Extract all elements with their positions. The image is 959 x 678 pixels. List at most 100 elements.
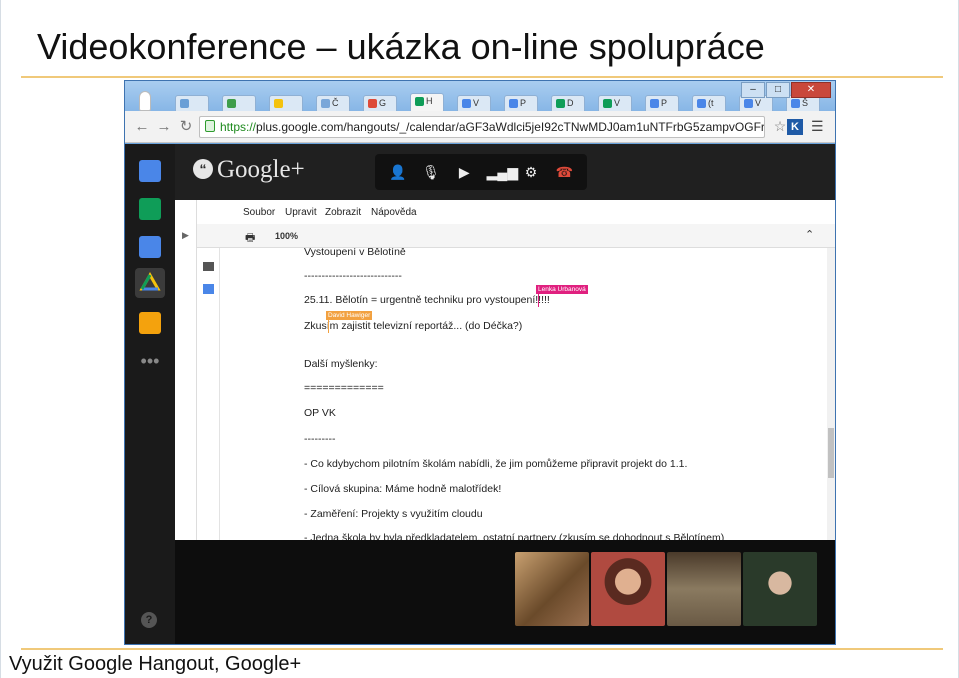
doc-page[interactable]: Vystoupení v Bělotíně ------------------… bbox=[219, 248, 827, 540]
browser-tab[interactable]: V bbox=[457, 95, 491, 112]
doc-line: - Cílová skupina: Máme hodně malotřídek! bbox=[304, 483, 502, 495]
title-rule bbox=[21, 76, 943, 78]
invite-icon[interactable]: 👤 bbox=[387, 161, 409, 183]
collaborator-caret bbox=[538, 294, 539, 307]
screenshare-icon[interactable] bbox=[139, 198, 161, 220]
browser-tab[interactable] bbox=[175, 95, 209, 112]
camera-off-icon[interactable]: ▶ bbox=[453, 161, 475, 183]
maximize-icon[interactable]: □ bbox=[766, 82, 790, 98]
tab-favicon-icon bbox=[744, 99, 753, 109]
doc-line: --------- bbox=[304, 433, 336, 445]
menu-icon[interactable]: ☰ bbox=[811, 118, 824, 135]
menu-zobrazit[interactable]: Zobrazit bbox=[325, 207, 361, 218]
browser-tab[interactable]: (t bbox=[692, 95, 726, 112]
bookmark-icon[interactable] bbox=[203, 262, 214, 271]
back-icon[interactable]: ← bbox=[133, 118, 151, 136]
doc-line: Další myšlenky: bbox=[304, 358, 378, 370]
print-icon[interactable]: 🖶 bbox=[245, 229, 255, 248]
bandwidth-icon[interactable]: ▂▄▆ bbox=[487, 161, 518, 183]
browser-tab[interactable]: H bbox=[410, 93, 444, 112]
scrollbar-thumb[interactable] bbox=[828, 428, 834, 478]
hangout-apps-rail: ••• ? bbox=[125, 144, 175, 644]
doc-line: ---------------------------- bbox=[304, 270, 402, 282]
doc-scrollbar[interactable] bbox=[827, 248, 835, 540]
tab-label: P bbox=[661, 98, 668, 108]
doc-line: - Co kdybychom pilotním školám nabídli, … bbox=[304, 458, 688, 470]
chat-icon[interactable] bbox=[139, 160, 161, 182]
browser-tab[interactable]: D bbox=[551, 95, 585, 112]
settings-icon[interactable]: ⚙ bbox=[520, 161, 542, 183]
participant-filmstrip bbox=[175, 540, 835, 644]
hang-up-icon[interactable]: ☎ bbox=[553, 161, 575, 183]
menu-soubor[interactable]: Soubor bbox=[243, 207, 275, 218]
collapse-chevron-icon[interactable]: ⌃ bbox=[805, 228, 814, 241]
tab-label: V bbox=[755, 98, 762, 108]
tab-favicon-icon bbox=[274, 99, 283, 109]
tab-favicon-icon bbox=[650, 99, 659, 109]
drive-app-button[interactable] bbox=[135, 268, 165, 298]
participant-1-video[interactable] bbox=[515, 552, 589, 626]
address-bar[interactable]: https://plus.google.com/hangouts/_/calen… bbox=[199, 116, 765, 138]
help-icon[interactable]: ? bbox=[141, 612, 157, 628]
more-icon[interactable]: ••• bbox=[139, 350, 161, 372]
browser-tab[interactable]: P bbox=[504, 95, 538, 112]
comments-icon[interactable] bbox=[203, 284, 214, 294]
tab-favicon-icon bbox=[791, 99, 800, 109]
toolbox-icon[interactable] bbox=[139, 312, 161, 334]
collaborator-cursor-label: David Hawiger bbox=[326, 311, 373, 320]
lock-icon bbox=[205, 120, 215, 132]
hangouts-quote-icon: “ bbox=[193, 159, 213, 179]
tab-label: Č bbox=[332, 98, 339, 108]
slide-caption: Využit Google Hangout, Google+ bbox=[9, 653, 302, 675]
collapsed-panel: ▶ bbox=[175, 200, 197, 540]
menu-upravit[interactable]: Upravit bbox=[285, 207, 317, 218]
drive-icon bbox=[139, 271, 161, 291]
tab-favicon-icon bbox=[368, 99, 377, 109]
forward-icon[interactable]: → bbox=[155, 118, 173, 136]
tab-strip: Č G H V P D V P (t V Š – □ ✕ bbox=[125, 81, 835, 112]
window-controls: – □ ✕ bbox=[741, 82, 831, 98]
close-icon[interactable]: ✕ bbox=[791, 82, 831, 98]
capture-icon[interactable] bbox=[139, 236, 161, 258]
expand-arrow-icon[interactable]: ▶ bbox=[182, 230, 189, 241]
collaborator-cursor-label: Lenka Urbanová bbox=[536, 285, 588, 294]
tab-label: D bbox=[567, 98, 574, 108]
browser-window: Č G H V P D V P (t V Š – □ ✕ ← → ↻ https://plus.go… bbox=[124, 80, 836, 645]
browser-tab[interactable]: P bbox=[645, 95, 679, 112]
google-plus-logo: “Google+ bbox=[193, 156, 305, 184]
doc-menubar: Soubor Upravit Zobrazit Nápověda bbox=[197, 200, 835, 224]
tab-label: V bbox=[614, 98, 621, 108]
browser-tab[interactable] bbox=[269, 95, 303, 112]
browser-tab[interactable]: G bbox=[363, 95, 397, 112]
tab-label: P bbox=[520, 98, 527, 108]
tab-favicon-icon bbox=[556, 99, 565, 109]
minimize-icon[interactable]: – bbox=[741, 82, 765, 98]
doc-line: Vystoupení v Bělotíně bbox=[304, 248, 406, 258]
mic-muted-icon[interactable]: 🎙 bbox=[420, 161, 442, 183]
participant-3-video[interactable] bbox=[667, 552, 741, 626]
tab-favicon-icon bbox=[321, 99, 330, 109]
zoom-select[interactable]: 100% bbox=[275, 231, 298, 241]
tab-favicon-icon bbox=[415, 97, 424, 107]
menu-napoveda[interactable]: Nápověda bbox=[371, 207, 417, 218]
extension-k-icon[interactable]: K bbox=[787, 119, 803, 135]
tab-label: (t bbox=[708, 98, 714, 108]
doc-line: - Zaměření: Projekty s využitím cloudu bbox=[304, 508, 483, 520]
pinned-tab[interactable] bbox=[139, 91, 151, 111]
call-controls: 👤 🎙 ▶ ▂▄▆ ⚙ ☎ bbox=[375, 154, 587, 190]
google-doc: Soubor Upravit Zobrazit Nápověda 🖶 100% … bbox=[197, 200, 835, 540]
reload-icon[interactable]: ↻ bbox=[177, 118, 195, 136]
participant-4-video[interactable] bbox=[743, 552, 817, 626]
tab-favicon-icon bbox=[180, 99, 189, 109]
tab-label: V bbox=[473, 98, 480, 108]
browser-tab[interactable] bbox=[222, 95, 256, 112]
tab-label: Š bbox=[802, 98, 809, 108]
tab-favicon-icon bbox=[462, 99, 471, 109]
doc-side-icons bbox=[197, 248, 219, 540]
tab-favicon-icon bbox=[227, 99, 236, 109]
participant-2-video[interactable] bbox=[591, 552, 665, 626]
url-path: plus.google.com/hangouts/_/calendar/aGF3… bbox=[256, 120, 765, 134]
browser-tab[interactable]: Č bbox=[316, 95, 350, 112]
footer-rule bbox=[21, 648, 943, 650]
browser-tab[interactable]: V bbox=[598, 95, 632, 112]
